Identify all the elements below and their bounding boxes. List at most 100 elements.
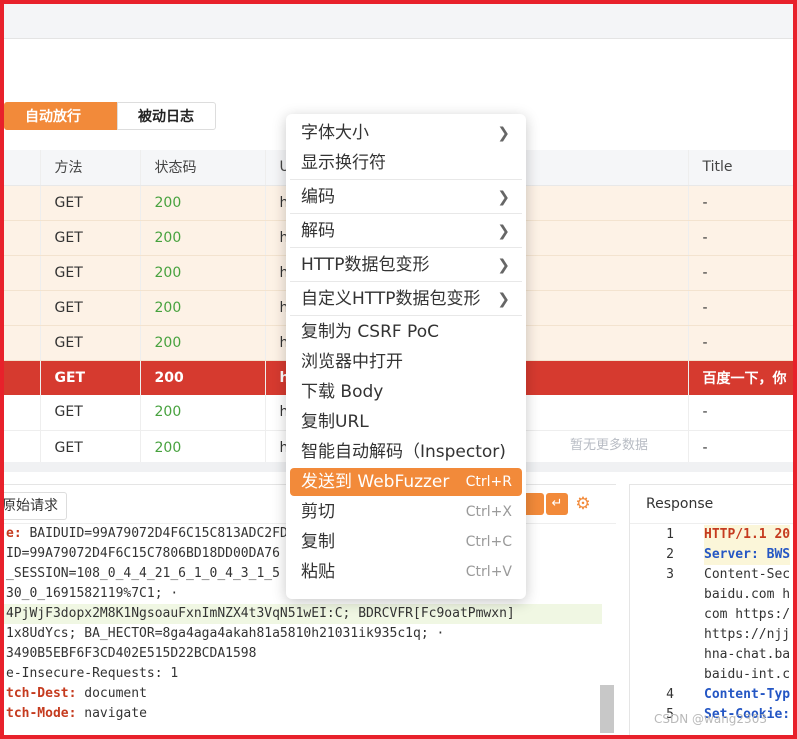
menu-item[interactable]: 解码 ❯ [290, 217, 522, 245]
column-header[interactable] [4, 150, 41, 186]
response-text: https://njj [704, 627, 791, 642]
method-cell: GET [40, 290, 141, 326]
chevron-right-icon: ❯ [497, 256, 510, 274]
menu-item[interactable]: HTTP数据包变形 ❯ [290, 251, 522, 279]
menu-item-label: 复制 [301, 532, 335, 552]
response-text: Content-Sec [704, 567, 791, 582]
status-cell: 200 [140, 220, 266, 256]
row-index-cell [4, 430, 41, 466]
menu-item-label: 智能自动解码（Inspector) [301, 442, 506, 462]
watermark: CSDN @wang2303 [654, 712, 767, 726]
context-menu: 字体大小 ❯ 显示换行符 编码 ❯ 解码 ❯ HTTP数据包变形 ❯ 自定义HTTP数据包变形 ❯ 复… [286, 114, 526, 599]
header-value: 30_0_1691582119%7C1; · [6, 586, 179, 601]
line-number: 3 [666, 567, 674, 582]
row-index-cell [4, 325, 41, 361]
menu-item[interactable]: 复制URL [290, 408, 522, 436]
menu-item[interactable]: 智能自动解码（Inspector) [290, 438, 522, 466]
header-value: document [84, 686, 147, 701]
menu-item[interactable]: 发送到 WebFuzzer Ctrl+R [290, 468, 522, 496]
response-text: hna-chat.ba [704, 647, 791, 662]
chevron-right-icon: ❯ [497, 222, 510, 240]
header-value: e-Insecure-Requests: 1 [6, 666, 179, 681]
status-cell: 200 [140, 430, 266, 466]
row-index-cell [4, 360, 41, 395]
menu-item-label: 编码 [301, 187, 335, 207]
response-editor[interactable]: 1 HTTP/1.1 20 2 Server: BWS 3 Content-Sec baid… [630, 525, 794, 725]
no-more-data-label: 暂无更多数据 [570, 438, 649, 453]
auto-release-button[interactable]: 自动放行 [4, 102, 117, 130]
status-cell: 200 [140, 290, 266, 326]
column-header-status[interactable]: 状态码 [140, 150, 266, 186]
menu-separator [290, 179, 522, 180]
header-value: 4PjWjF3dopx2M8K1NgsoauFxnImNZX4t3VqN51wE… [6, 606, 515, 621]
code-line: 3490B5EBF6F3CD402E515D22BCDA1598 [4, 644, 602, 664]
method-cell: GET [40, 395, 141, 431]
column-header-title[interactable]: Title [688, 150, 794, 186]
menu-item-label: 浏览器中打开 [301, 352, 403, 372]
header-value: BAIDUID=99A79072D4F6C15C813ADC2FD [29, 526, 288, 541]
code-line: tch-Mode: navigate [4, 704, 602, 724]
mode-toggle: 自动放行 被动日志 [4, 102, 216, 132]
menu-item[interactable]: 自定义HTTP数据包变形 ❯ [290, 285, 522, 313]
menu-item-label: HTTP数据包变形 [301, 255, 430, 275]
line-number: 1 [666, 527, 674, 542]
chevron-right-icon: ❯ [497, 124, 510, 142]
menu-item[interactable]: 粘贴 Ctrl+V [290, 558, 522, 586]
method-cell: GET [40, 220, 141, 256]
response-line: 3 Content-Sec [630, 565, 794, 585]
code-line: e-Insecure-Requests: 1 [4, 664, 602, 684]
menu-item[interactable]: 显示换行符 [290, 149, 522, 177]
method-cell: GET [40, 325, 141, 361]
menu-item-label: 发送到 WebFuzzer [301, 472, 450, 492]
chevron-right-icon: ❯ [497, 290, 510, 308]
menu-item[interactable]: 浏览器中打开 [290, 348, 522, 376]
line-number [630, 585, 704, 605]
title-cell: - [688, 430, 794, 466]
response-line: 2 Server: BWS [630, 545, 794, 565]
header-value: 1x8UdYcs; BA_HECTOR=8ga4aga4akah81a5810h… [6, 626, 445, 641]
title-cell: - [688, 220, 794, 256]
menu-item-label: 解码 [301, 221, 335, 241]
column-header-method[interactable]: 方法 [40, 150, 141, 186]
menu-item-label: 粘贴 [301, 562, 335, 582]
menu-shortcut: Ctrl+C [465, 534, 512, 550]
row-index-cell [4, 395, 41, 431]
menu-separator [290, 315, 522, 316]
menu-item[interactable]: 下载 Body [290, 378, 522, 406]
menu-item-label: 剪切 [301, 502, 335, 522]
menu-separator [290, 213, 522, 214]
title-cell: - [688, 395, 794, 431]
wrap-icon[interactable]: ↵ [546, 493, 568, 515]
row-index-cell [4, 290, 41, 326]
status-cell: 200 [140, 325, 266, 361]
response-text: Content-Typ [704, 687, 791, 702]
header-key: tch-Mode: [6, 706, 85, 721]
status-cell: 200 [140, 395, 266, 431]
chevron-right-icon: ❯ [497, 188, 510, 206]
header-value: 3490B5EBF6F3CD402E515D22BCDA1598 [6, 646, 257, 661]
menu-item-label: 复制为 CSRF PoC [301, 322, 439, 342]
passive-log-button[interactable]: 被动日志 [117, 102, 216, 130]
menu-item[interactable]: 复制为 CSRF PoC [290, 318, 522, 346]
response-line: 4 Content-Typ [630, 685, 794, 705]
menu-item[interactable]: 编码 ❯ [290, 183, 522, 211]
response-line: com https:/ [630, 605, 794, 625]
menu-item[interactable]: 字体大小 ❯ [290, 119, 522, 147]
menu-separator [290, 281, 522, 282]
menu-item[interactable]: 复制 Ctrl+C [290, 528, 522, 556]
gear-icon[interactable]: ⚙ [572, 493, 594, 515]
response-line: 1 HTTP/1.1 20 [630, 525, 794, 545]
response-text: baidu.com h [704, 587, 791, 602]
editor-scrollbar[interactable] [600, 685, 614, 733]
response-line: https://njj [630, 625, 794, 645]
line-number: 2 [666, 547, 674, 562]
raw-request-tab[interactable]: 原始请求 [2, 492, 67, 520]
response-line: baidu-int.c [630, 665, 794, 685]
response-panel: Response 1 HTTP/1.1 20 2 Server: BWS 3 Conten… [629, 484, 794, 737]
menu-item[interactable]: 剪切 Ctrl+X [290, 498, 522, 526]
menu-item-label: 下载 Body [301, 382, 384, 402]
response-text: com https:/ [704, 607, 791, 622]
header-key: e: [6, 526, 30, 541]
method-cell: GET [40, 360, 141, 395]
menu-separator [290, 247, 522, 248]
